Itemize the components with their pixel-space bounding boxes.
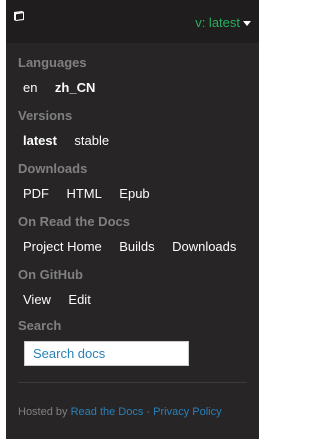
current-version-label: v: latest [195, 15, 240, 30]
downloads-section: Downloads [18, 161, 247, 177]
versions-list: latest stable [18, 132, 247, 148]
github-section: On GitHub [18, 267, 247, 283]
book-icon [14, 11, 24, 21]
rtd-section: On Read the Docs [18, 214, 247, 230]
github-heading: On GitHub [18, 267, 83, 282]
download-link-pdf[interactable]: PDF [23, 186, 49, 202]
search-input[interactable] [24, 341, 189, 366]
rtd-downloads-link[interactable]: Downloads [172, 239, 236, 255]
footer-prefix: Hosted by [18, 406, 71, 418]
caret-down-icon [243, 20, 251, 26]
language-link-zh-cn[interactable]: zh_CN [55, 80, 95, 96]
builds-link[interactable]: Builds [119, 239, 154, 255]
versions-heading: Versions [18, 108, 73, 123]
versions-section: Versions [18, 108, 247, 124]
search-heading: Search [18, 318, 62, 333]
current-version-toggle[interactable]: v: latest [195, 15, 251, 30]
download-link-epub[interactable]: Epub [119, 186, 149, 202]
languages-section: Languages [18, 55, 247, 71]
panel-content: Languages en zh_CN Versions latest stabl… [6, 55, 259, 366]
read-the-docs-link[interactable]: Read the Docs [71, 406, 144, 418]
rtd-heading: On Read the Docs [18, 214, 130, 229]
rtd-list: Project Home Builds Downloads [18, 238, 247, 254]
languages-heading: Languages [18, 55, 87, 70]
panel-header[interactable]: v: latest [6, 0, 259, 43]
github-list: View Edit [18, 291, 247, 307]
privacy-policy-link[interactable]: Privacy Policy [153, 406, 221, 418]
footer: Hosted by Read the Docs · Privacy Policy [18, 406, 222, 418]
downloads-heading: Downloads [18, 161, 88, 176]
language-link-en[interactable]: en [23, 80, 37, 96]
github-edit-link[interactable]: Edit [68, 292, 90, 308]
version-link-stable[interactable]: stable [74, 133, 109, 149]
rtd-versions-panel: v: latest Languages en zh_CN Versions la… [6, 0, 259, 439]
version-link-latest[interactable]: latest [23, 133, 57, 149]
footer-separator: · [143, 406, 154, 418]
github-view-link[interactable]: View [23, 292, 51, 308]
footer-divider [18, 382, 247, 383]
languages-list: en zh_CN [18, 79, 247, 95]
download-link-html[interactable]: HTML [66, 186, 101, 202]
downloads-list: PDF HTML Epub [18, 185, 247, 201]
project-home-link[interactable]: Project Home [23, 239, 102, 255]
